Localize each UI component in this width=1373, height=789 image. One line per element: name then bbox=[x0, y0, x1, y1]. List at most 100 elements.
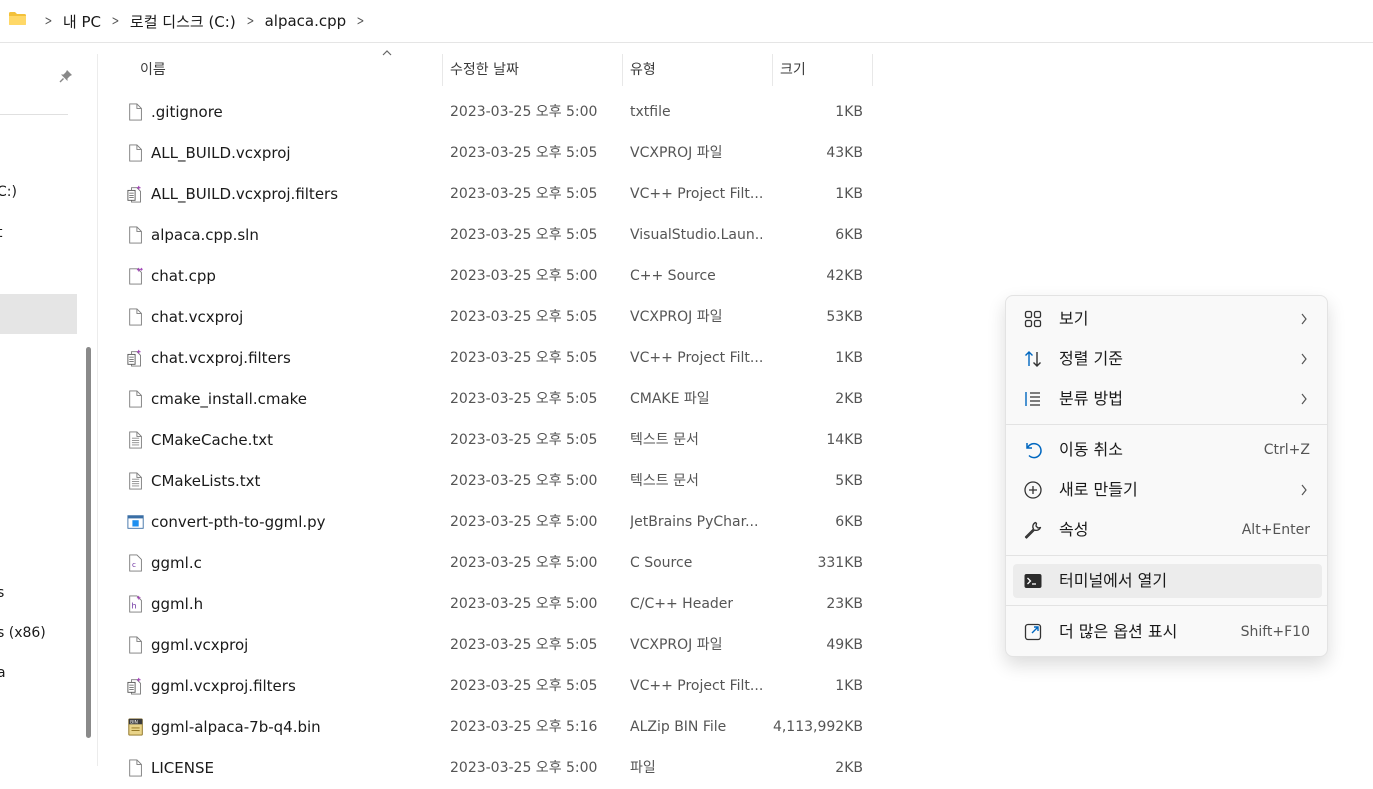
file-size: 331KB bbox=[817, 555, 863, 571]
menu-item-label: 보기 bbox=[1059, 309, 1089, 328]
file-name: ggml.vcxproj.filters bbox=[151, 677, 296, 695]
menu-item-view[interactable]: 보기 bbox=[1013, 302, 1322, 336]
generic-file-icon bbox=[129, 144, 142, 162]
file-size: 2KB bbox=[835, 760, 863, 776]
file-date: 2023-03-25 오후 5:05 bbox=[450, 309, 598, 325]
menu-item-label: 터미널에서 열기 bbox=[1059, 571, 1168, 590]
vc-filters-file-icon bbox=[127, 185, 141, 203]
menu-item-new[interactable]: 새로 만들기 bbox=[1013, 473, 1322, 507]
file-row[interactable]: ALL_BUILD.vcxproj 2023-03-25 오후 5:05 VCXPR… bbox=[100, 133, 880, 174]
nav-item[interactable]: a bbox=[0, 665, 6, 681]
file-size: 49KB bbox=[826, 637, 863, 653]
file-row[interactable]: convert-pth-to-ggml.py 2023-03-25 오후 5:00… bbox=[100, 502, 880, 543]
vc-filters-file-icon bbox=[127, 677, 141, 695]
file-row[interactable]: BIN ggml-alpaca-7b-q4.bin 2023-03-25 오후 5:… bbox=[100, 707, 880, 748]
file-date: 2023-03-25 오후 5:00 bbox=[450, 514, 598, 530]
nav-item-program-files-x86[interactable]: s (x86) bbox=[0, 625, 46, 641]
file-row[interactable]: ggml.vcxproj.filters 2023-03-25 오후 5:05 VC… bbox=[100, 666, 880, 707]
file-name: convert-pth-to-ggml.py bbox=[151, 513, 326, 531]
terminal-icon bbox=[1024, 574, 1042, 588]
file-row[interactable]: alpaca.cpp.sln 2023-03-25 오후 5:05 VisualSt… bbox=[100, 215, 880, 256]
file-type: ALZip BIN File bbox=[630, 719, 727, 735]
menu-item-undo[interactable]: 이동 취소 Ctrl+Z bbox=[1013, 433, 1322, 467]
new-plus-icon bbox=[1024, 481, 1042, 499]
file-size: 53KB bbox=[826, 309, 863, 325]
breadcrumb-item-this-pc[interactable]: 내 PC bbox=[63, 11, 101, 32]
column-header-date[interactable]: 수정한 날짜 bbox=[442, 52, 622, 88]
file-row[interactable]: c ggml.c 2023-03-25 오후 5:00 C Source 331KB bbox=[100, 543, 880, 584]
file-name: .gitignore bbox=[151, 103, 223, 121]
file-type: 파일 bbox=[630, 760, 656, 776]
file-size: 6KB bbox=[835, 227, 863, 243]
file-row[interactable]: chat.cpp 2023-03-25 오후 5:00 C++ Source 42KB bbox=[100, 256, 880, 297]
file-name: chat.cpp bbox=[151, 267, 216, 285]
breadcrumb-item-local-disk[interactable]: 로컬 디스크 (C:) bbox=[130, 11, 236, 32]
nav-item-local-disk[interactable]: C:) bbox=[0, 184, 17, 200]
column-header-name[interactable]: 이름 bbox=[132, 52, 442, 88]
column-header-type[interactable]: 유형 bbox=[622, 52, 772, 88]
nav-item[interactable]: t bbox=[0, 225, 3, 241]
chevron-right-icon[interactable]: > bbox=[112, 14, 120, 29]
nav-item-program-files[interactable]: s bbox=[0, 585, 4, 601]
file-size: 14KB bbox=[826, 432, 863, 448]
file-row[interactable]: ALL_BUILD.vcxproj.filters 2023-03-25 오후 5… bbox=[100, 174, 880, 215]
menu-item-label: 분류 방법 bbox=[1059, 389, 1123, 408]
wrench-icon bbox=[1024, 521, 1042, 539]
file-row[interactable]: chat.vcxproj.filters 2023-03-25 오후 5:05 VC… bbox=[100, 338, 880, 379]
chevron-right-icon[interactable]: > bbox=[45, 14, 53, 29]
file-row[interactable]: CMakeCache.txt 2023-03-25 오후 5:05 텍스트 문서 14… bbox=[100, 420, 880, 461]
menu-item-group-by[interactable]: 분류 방법 bbox=[1013, 382, 1322, 416]
file-size: 23KB bbox=[826, 596, 863, 612]
menu-item-shortcut: Shift+F10 bbox=[1240, 624, 1310, 640]
menu-item-properties[interactable]: 속성 Alt+Enter bbox=[1013, 513, 1322, 547]
python-file-icon bbox=[127, 515, 144, 529]
context-menu: 보기 정렬 기준 분류 방법 이동 취소 Ctrl+Z 새로 만들기 속성 Al… bbox=[1005, 295, 1328, 657]
file-size: 1KB bbox=[835, 350, 863, 366]
file-type: txtfile bbox=[630, 104, 671, 120]
menu-item-open-in-terminal[interactable]: 터미널에서 열기 bbox=[1013, 564, 1322, 598]
file-name: ggml.c bbox=[151, 554, 202, 572]
file-row[interactable]: CMakeLists.txt 2023-03-25 오후 5:00 텍스트 문서 5K… bbox=[100, 461, 880, 502]
chevron-right-icon[interactable]: > bbox=[357, 14, 365, 29]
file-size: 5KB bbox=[835, 473, 863, 489]
chevron-right-icon[interactable]: > bbox=[246, 14, 254, 29]
file-size: 1KB bbox=[835, 186, 863, 202]
file-row[interactable]: cmake_install.cmake 2023-03-25 오후 5:05 CMA… bbox=[100, 379, 880, 420]
show-more-options-icon bbox=[1024, 623, 1042, 641]
file-type: VC++ Project Filt... bbox=[630, 678, 762, 694]
file-row[interactable]: chat.vcxproj 2023-03-25 오후 5:05 VCXPROJ 파일… bbox=[100, 297, 880, 338]
file-name: ALL_BUILD.vcxproj bbox=[151, 144, 291, 162]
menu-item-sort-by[interactable]: 정렬 기준 bbox=[1013, 342, 1322, 376]
file-row[interactable]: LICENSE 2023-03-25 오후 5:00 파일 2KB bbox=[100, 748, 880, 789]
nav-item-selected[interactable] bbox=[0, 294, 77, 334]
file-date: 2023-03-25 오후 5:00 bbox=[450, 268, 598, 284]
file-type: VCXPROJ 파일 bbox=[630, 637, 723, 653]
sort-arrows-icon bbox=[1025, 351, 1041, 367]
text-file-icon bbox=[129, 472, 142, 490]
file-name: CMakeLists.txt bbox=[151, 472, 261, 490]
menu-item-show-more-options[interactable]: 더 많은 옵션 표시 Shift+F10 bbox=[1013, 615, 1322, 649]
pane-divider[interactable] bbox=[97, 54, 98, 766]
folder-icon bbox=[9, 12, 26, 25]
pin-icon[interactable] bbox=[59, 69, 73, 83]
file-size: 2KB bbox=[835, 391, 863, 407]
svg-text:BIN: BIN bbox=[130, 720, 138, 726]
breadcrumb-item-alpaca-cpp[interactable]: alpaca.cpp bbox=[265, 12, 347, 30]
file-name: ggml-alpaca-7b-q4.bin bbox=[151, 718, 321, 736]
file-date: 2023-03-25 오후 5:00 bbox=[450, 555, 598, 571]
file-row[interactable]: ggml.vcxproj 2023-03-25 오후 5:05 VCXPROJ 파일… bbox=[100, 625, 880, 666]
address-bar[interactable]: > 내 PC > 로컬 디스크 (C:) > alpaca.cpp > bbox=[0, 0, 1373, 43]
nav-divider bbox=[0, 114, 68, 115]
nav-scrollbar[interactable] bbox=[86, 347, 91, 738]
file-date: 2023-03-25 오후 5:00 bbox=[450, 596, 598, 612]
generic-file-icon bbox=[129, 308, 142, 326]
column-divider[interactable] bbox=[872, 54, 873, 86]
vc-filters-file-icon bbox=[127, 349, 141, 367]
file-date: 2023-03-25 오후 5:00 bbox=[450, 760, 598, 776]
menu-item-shortcut: Ctrl+Z bbox=[1263, 442, 1310, 458]
file-row[interactable]: .gitignore 2023-03-25 오후 5:00 txtfile 1KB bbox=[100, 92, 880, 133]
file-name: ggml.h bbox=[151, 595, 204, 613]
h-file-icon: h bbox=[129, 595, 142, 613]
file-row[interactable]: h ggml.h 2023-03-25 오후 5:00 C/C++ Header 23K… bbox=[100, 584, 880, 625]
column-header-size[interactable]: 크기 bbox=[772, 52, 872, 88]
